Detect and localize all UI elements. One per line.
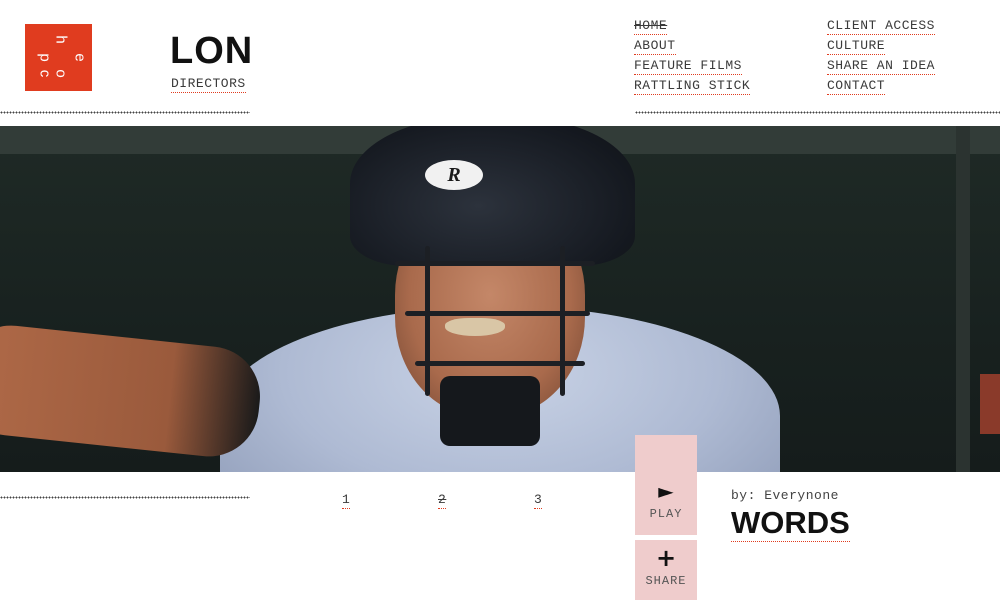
umpire-helmet [350,126,635,266]
play-label: PLAY [649,507,683,521]
nav-item-rattling-stick[interactable]: RATTLING STICK [634,78,751,95]
page-link-2[interactable]: 2 [438,492,447,509]
share-label: SHARE [645,574,687,588]
header-divider-left [0,111,250,114]
logo-letter: h [52,35,70,44]
play-icon: ► [658,479,674,503]
secondary-nav: CLIENT ACCESS CULTURE SHARE AN IDEA CONT… [827,16,935,96]
logo-letter: e [71,53,89,62]
nav-item-culture[interactable]: CULTURE [827,38,886,55]
nav-item-home[interactable]: HOME [634,18,668,35]
logo-letter: c [36,69,54,78]
directors-link[interactable]: DIRECTORS [171,76,246,93]
mask-bar [425,246,430,396]
byline: by: Everynone [731,488,839,503]
hero-backdrop-post [956,126,970,472]
mask-chin-guard [440,376,540,446]
play-button[interactable]: ► PLAY [635,435,697,535]
page-link-3[interactable]: 3 [534,492,543,509]
plus-icon: + [655,544,677,572]
office-title: LON [170,30,254,72]
header-divider-right [635,111,1000,114]
logo-letter: p [36,53,54,62]
nav-item-share-an-idea[interactable]: SHARE AN IDEA [827,58,935,75]
nav-item-feature-films[interactable]: FEATURE FILMS [634,58,742,75]
primary-nav: HOME ABOUT FEATURE FILMS RATTLING STICK [634,16,751,96]
logo-letter: o [52,69,70,78]
footer-divider [0,496,250,499]
share-button[interactable]: + SHARE [635,540,697,600]
umpire-arm [0,320,265,462]
work-title[interactable]: WORDS [731,505,850,542]
hero-image[interactable]: R [0,126,1000,472]
umpire-mustache [445,318,505,336]
logo[interactable]: p e c h o [25,24,92,91]
mask-bar [560,246,565,396]
nav-item-about[interactable]: ABOUT [634,38,676,55]
page-link-1[interactable]: 1 [342,492,351,509]
helmet-brand-logo: R [425,160,483,190]
nav-item-client-access[interactable]: CLIENT ACCESS [827,18,935,35]
hero-side-tab [980,374,1000,434]
nav-item-contact[interactable]: CONTACT [827,78,886,95]
